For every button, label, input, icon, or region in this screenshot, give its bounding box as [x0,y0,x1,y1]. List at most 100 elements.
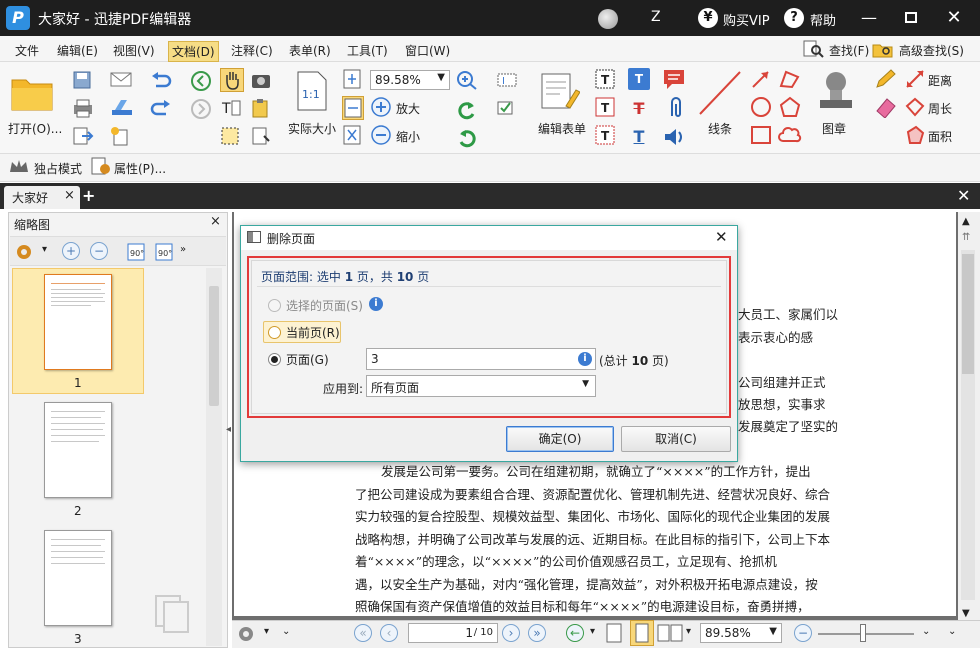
menu-document[interactable]: 文档(D) [168,41,219,62]
strikeout-icon[interactable]: T [628,98,650,120]
thumb-zoom-out-icon[interactable]: − [90,242,108,260]
collapse-panel-icon[interactable]: ◂ [226,424,231,435]
zoom-in-button[interactable]: 放大 [396,100,420,117]
radio-selected-pages[interactable] [268,299,281,312]
two-page-icon[interactable] [656,622,686,647]
menu-annotate[interactable]: 注释(C) [228,41,276,60]
text-field-icon[interactable]: I [496,70,518,93]
single-page-icon[interactable] [604,622,624,647]
open-button[interactable]: 打开(O)... [8,120,62,137]
rotate-right-icon[interactable] [456,126,478,151]
more-icon[interactable]: ⌄ [922,626,930,637]
thumbnail-page-1[interactable] [44,274,112,370]
callout-icon[interactable]: T [594,124,616,149]
zoom-slider-track[interactable] [818,633,914,635]
help-button[interactable]: 帮助 [810,10,836,29]
menu-file[interactable]: 文件 [12,41,42,60]
continuous-page-icon[interactable] [630,620,654,646]
paperclip-icon[interactable] [664,96,686,123]
fit-width-icon[interactable] [342,96,364,120]
pencil-icon[interactable] [874,68,898,93]
text-box-icon[interactable]: T [594,68,616,93]
clipboard-icon[interactable] [250,98,272,121]
select-text-icon[interactable]: T [220,98,242,121]
menu-find[interactable]: 查找(F) [826,41,872,60]
area-button[interactable]: 面积 [928,128,952,145]
add-tab-button[interactable]: + [82,186,95,205]
scroll-down-icon[interactable]: ▼ [962,608,970,619]
menu-view[interactable]: 视图(V) [110,41,158,60]
info-icon[interactable]: i [578,352,592,366]
edit-form-button[interactable]: 编辑表单 [538,120,586,137]
thumbnail-page-3[interactable] [44,530,112,626]
actual-size-icon[interactable]: 1:1 [296,70,328,115]
chevron-down-icon[interactable]: ▾ [590,626,595,637]
panel-close-icon[interactable]: × [210,214,221,229]
scrollbar-thumb[interactable] [209,286,219,406]
perimeter-button[interactable]: 周长 [928,100,952,117]
zoom-out-small-icon[interactable]: − [794,624,812,642]
zoom-combo[interactable]: 89.58% ▼ [700,623,782,643]
chevron-down-icon[interactable]: ▾ [42,244,47,255]
more-icon[interactable]: ⌄ [282,626,290,637]
zoom-out-button[interactable]: 缩小 [396,128,420,145]
scroll-up-icon[interactable]: ▲ [962,216,970,227]
help-icon[interactable]: ? [784,8,804,28]
redo-icon[interactable] [150,98,172,121]
email-icon[interactable] [110,70,132,91]
edit-form-icon[interactable] [540,70,581,115]
sound-icon[interactable] [662,126,686,151]
check-field-icon[interactable] [496,98,518,121]
close-all-tabs-button[interactable]: ✕ [957,186,970,205]
menu-form[interactable]: 表单(R) [286,41,334,60]
radio-current-page[interactable] [268,326,281,339]
scrollbar-track[interactable] [961,250,975,600]
menu-window[interactable]: 窗口(W) [402,41,453,60]
typewriter-icon[interactable]: T [594,96,616,121]
export-icon[interactable] [72,126,94,149]
fit-page-icon[interactable] [342,68,362,93]
line-icon[interactable] [696,68,744,121]
thumb-zoom-in-icon[interactable]: + [62,242,80,260]
rotate-cw-90-icon[interactable]: 90° [152,240,176,265]
thumbnail-scrollbar[interactable] [206,268,222,646]
undo-icon[interactable] [150,70,172,93]
open-folder-icon[interactable] [10,72,56,115]
settings-gear-icon[interactable] [236,624,258,647]
ellipse-icon[interactable] [750,96,772,121]
chevron-down-icon[interactable]: ▾ [264,626,269,637]
thumbnail-page-2[interactable] [44,402,112,498]
underline-icon[interactable]: T [628,126,650,148]
next-page-icon[interactable]: › [502,624,520,642]
eraser-icon[interactable] [874,96,898,121]
last-page-icon[interactable]: » [528,624,546,642]
buy-vip-button[interactable]: 购买VIP [723,10,770,29]
more-icon[interactable]: ⌄ [948,626,956,637]
tab-document[interactable]: 大家好 × [4,186,80,209]
user-avatar-icon[interactable] [598,9,618,29]
area-icon[interactable] [904,124,926,149]
dialog-close-icon[interactable]: ✕ [715,228,728,246]
scroll-page-up-icon[interactable]: ⇈ [962,232,970,243]
zoom-slider-handle[interactable] [860,624,866,642]
zoom-in-icon[interactable] [370,96,392,121]
new-doc-icon[interactable] [110,126,132,149]
distance-icon[interactable] [904,68,926,93]
minimize-button[interactable]: — [857,6,881,30]
menu-tools[interactable]: 工具(T) [344,41,391,60]
print-icon[interactable] [72,98,94,121]
snapshot-icon[interactable] [250,70,272,93]
exclusive-mode-button[interactable]: 独占模式 [34,160,82,177]
distance-button[interactable]: 距离 [928,72,952,89]
perimeter-icon[interactable] [904,96,926,121]
tab-close-icon[interactable]: × [64,188,75,203]
hand-tool-icon[interactable] [220,68,244,92]
stamp-icon[interactable] [814,68,858,117]
pages-input[interactable]: 3 i [366,348,596,370]
arrow-icon[interactable] [750,68,772,93]
history-back-icon[interactable]: ← [566,624,584,642]
polygon-line-icon[interactable] [778,68,802,93]
save-icon[interactable] [72,70,92,93]
close-window-button[interactable]: ✕ [942,6,966,30]
ok-button[interactable]: 确定(O) [506,426,614,452]
